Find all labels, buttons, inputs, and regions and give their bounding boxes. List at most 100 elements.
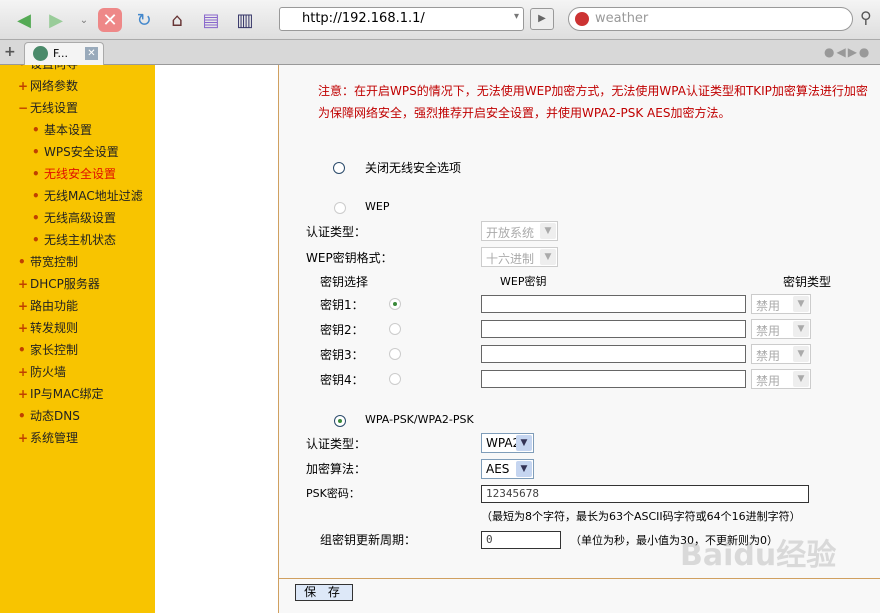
sidebar-item[interactable]: + IP与MAC绑定 — [18, 385, 104, 402]
wep-key-radio[interactable] — [389, 298, 401, 310]
wep-key-type-value: 禁用 — [756, 374, 781, 388]
tab-router[interactable]: F... ✕ — [24, 42, 104, 65]
sidebar-item[interactable]: •设置向导 — [18, 65, 78, 72]
wep-key-label: 密钥1： — [320, 298, 364, 312]
wep-key-input[interactable] — [481, 370, 746, 388]
sidebar-item[interactable]: • 无线主机状态 — [32, 231, 116, 248]
refresh-icon[interactable]: ↻ — [132, 8, 156, 32]
wep-key-type-select[interactable]: 禁用 ▼ — [751, 294, 811, 314]
wep-format-select[interactable]: 十六进制 ▼ — [481, 247, 558, 267]
wep-key-input[interactable] — [481, 320, 746, 338]
radio-security-off[interactable] — [333, 162, 345, 174]
sidebar-item-label: 系统管理 — [30, 431, 79, 445]
sidebar-item[interactable]: + 路由功能 — [18, 297, 78, 314]
sidebar-item-label: 无线MAC地址过滤 — [44, 189, 143, 203]
radio-wep[interactable] — [334, 202, 346, 214]
col-key-select: 密钥选择 — [320, 275, 369, 289]
browser-toolbar: ◀ ▶ ⌄ ✕ ↻ ⌂ ▤ ▥ http://192.168.1.1/ ▾ ▶ w… — [0, 0, 880, 40]
sidebar-item[interactable]: + 网络参数 — [18, 77, 78, 94]
wpa-auth-select[interactable]: WPA2 ▼ — [481, 433, 534, 453]
search-engine-icon — [575, 12, 589, 26]
sidebar-item[interactable]: • 家长控制 — [18, 341, 78, 358]
wep-key-radio[interactable] — [389, 348, 401, 360]
wep-key-input[interactable] — [481, 345, 746, 363]
bullet-icon: + — [18, 321, 29, 335]
sidebar-item[interactable]: • 无线安全设置 — [32, 165, 116, 182]
sidebar-item[interactable]: • 动态DNS — [18, 407, 80, 424]
cipher-select[interactable]: AES ▼ — [481, 459, 534, 479]
wep-key-type-value: 禁用 — [756, 299, 781, 313]
wep-auth-select[interactable]: 开放系统 ▼ — [481, 221, 558, 241]
tab-bar: + ●◀▶● — [0, 40, 880, 65]
chevron-down-icon: ▼ — [793, 321, 809, 337]
chevron-down-icon[interactable]: ▾ — [514, 11, 519, 22]
sidebar-item[interactable]: + 转发规则 — [18, 319, 78, 336]
home-icon[interactable]: ⌂ — [165, 8, 189, 32]
sidebar-item[interactable]: • 无线高级设置 — [32, 209, 116, 226]
sidebar-item[interactable]: − 无线设置 — [18, 99, 78, 116]
stop-icon[interactable]: ✕ — [98, 8, 122, 32]
psk-input[interactable]: 12345678 — [481, 485, 809, 503]
col-wep-key: WEP密钥 — [500, 275, 547, 288]
bookmarks-icon[interactable]: ▥ — [233, 8, 257, 32]
tab-scroll-icons[interactable]: ●◀▶● — [824, 45, 871, 59]
sidebar-item-label: 转发规则 — [30, 321, 79, 335]
sidebar-item-label: 动态DNS — [30, 409, 80, 423]
option-off-label: 关闭无线安全选项 — [365, 161, 462, 175]
bullet-icon: • — [32, 233, 40, 247]
rekey-input[interactable]: 0 — [481, 531, 561, 549]
sidebar-item[interactable]: • WPS安全设置 — [32, 143, 119, 160]
notice-line-2: 为保障网络安全，强烈推荐开启安全设置，并使用WPA2-PSK AES加密方法。 — [318, 106, 731, 120]
search-input[interactable]: weather — [568, 7, 853, 31]
close-tab-icon[interactable]: ✕ — [85, 47, 98, 60]
wpa-auth-label: 认证类型： — [306, 437, 367, 451]
back-icon[interactable]: ◀ — [12, 8, 36, 32]
bullet-icon: • — [18, 409, 26, 423]
search-placeholder: weather — [595, 11, 649, 26]
wep-key-input[interactable] — [481, 295, 746, 313]
wep-format-label: WEP密钥格式： — [306, 251, 393, 265]
wep-key-label: 密钥4： — [320, 373, 364, 387]
bullet-icon: • — [32, 145, 40, 159]
sidebar-item[interactable]: • 无线MAC地址过滤 — [32, 187, 143, 204]
chevron-down-icon: ▼ — [516, 435, 532, 451]
wep-auth-label: 认证类型： — [306, 225, 367, 239]
new-tab-icon[interactable]: + — [4, 44, 16, 60]
wep-key-radio[interactable] — [389, 323, 401, 335]
sidebar-item-label: 无线安全设置 — [44, 167, 117, 181]
watermark: Baidu经验 — [680, 538, 837, 573]
dropdown-icon[interactable]: ⌄ — [72, 8, 96, 32]
forward-icon[interactable]: ▶ — [44, 8, 68, 32]
sidebar-item[interactable]: • 带宽控制 — [18, 253, 78, 270]
wep-key-type-value: 禁用 — [756, 324, 781, 338]
wep-key-type-select[interactable]: 禁用 ▼ — [751, 344, 811, 364]
sidebar-item-label: WPS安全设置 — [44, 145, 119, 159]
chevron-down-icon: ▼ — [516, 461, 532, 477]
col-key-type: 密钥类型 — [783, 275, 832, 289]
sidebar-item-label: 无线设置 — [30, 101, 79, 115]
sidebar-item[interactable]: + DHCP服务器 — [18, 275, 100, 292]
history-icon[interactable]: ▤ — [199, 8, 223, 32]
bullet-icon: • — [18, 255, 26, 269]
sidebar-item-label: DHCP服务器 — [30, 277, 100, 291]
bullet-icon: + — [18, 387, 29, 401]
radio-wpa-psk[interactable] — [334, 415, 346, 427]
sidebar-item-label: 无线高级设置 — [44, 211, 117, 225]
wep-key-type-select[interactable]: 禁用 ▼ — [751, 369, 811, 389]
sidebar-item[interactable]: + 防火墙 — [18, 363, 66, 380]
save-button[interactable]: 保 存 — [295, 584, 353, 601]
wep-key-radio[interactable] — [389, 373, 401, 385]
divider — [279, 578, 880, 579]
favicon-icon — [33, 46, 48, 61]
cipher-value: AES — [486, 462, 510, 476]
go-button[interactable]: ▶ — [530, 8, 554, 30]
bullet-icon: + — [18, 431, 29, 445]
sidebar-item[interactable]: • 基本设置 — [32, 121, 92, 138]
search-icon[interactable]: ⚲ — [860, 8, 872, 27]
sidebar-item[interactable]: + 系统管理 — [18, 429, 78, 446]
wep-key-type-select[interactable]: 禁用 ▼ — [751, 319, 811, 339]
rekey-label: 组密钥更新周期： — [320, 533, 417, 547]
address-bar[interactable]: http://192.168.1.1/ ▾ — [279, 7, 524, 31]
wep-key-type-value: 禁用 — [756, 349, 781, 363]
bullet-icon: + — [18, 277, 29, 291]
